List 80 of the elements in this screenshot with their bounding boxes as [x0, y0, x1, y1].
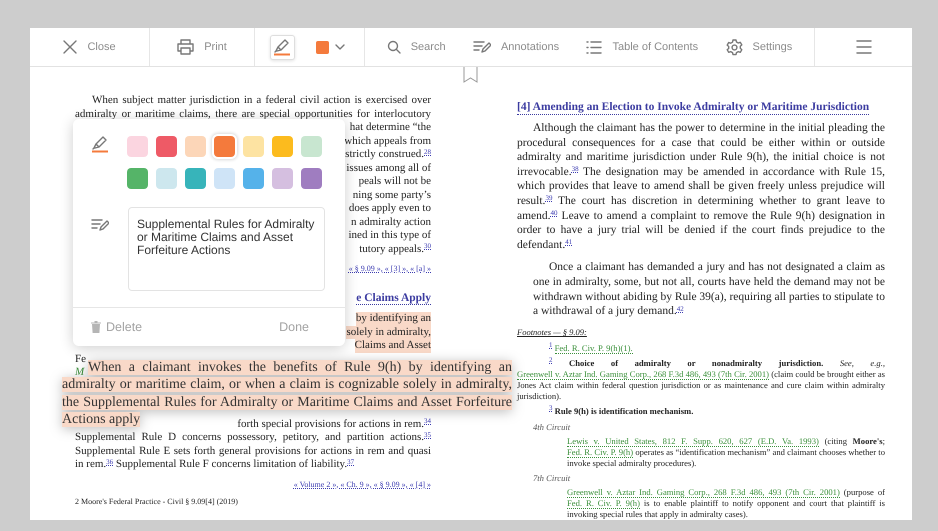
citation-link[interactable]: Lewis v. United States, 812 F. Supp. 620, 627 (E.D. Va. 1993) — [567, 436, 819, 447]
highlighter-button[interactable] — [270, 34, 294, 60]
citation-link[interactable]: Greenwell v. Aztar Ind. Gaming Corp., 268 F.3d 486, 493 (7th Cir. 2001) — [517, 368, 770, 380]
body-text: Although the claimant has the power to determine in the initial pleading the procedural consequences for a case that could be either within or outside admiralty and maritime jurisdiction under Rule 9(h), the initial choice is not irrevocable.$^{38}$ The designation may be amended in accordance with Rule 15, which provides that leave to amend shall be given freely unless prejudice will result.$^{39}$ The court has discretion in determining whether to grant leave to amend.$^{40}$ Leave to amend a complaint to remove the Rule 9(h) designation in order to have a jury trial will be denied if the court finds prejudice to the defendant.$^{41}$ — [517, 121, 885, 252]
color-swatch[interactable] — [156, 168, 177, 189]
done-button[interactable]: Done — [279, 318, 309, 337]
body-text: When subject matter jurisdiction in a federal civil action is exercised over — [91, 94, 431, 108]
highlighter-icon — [91, 136, 109, 153]
settings-icon — [726, 38, 743, 56]
body-text: hat determine “the — [350, 121, 431, 134]
color-swatch[interactable] — [185, 168, 206, 189]
color-swatch[interactable] — [214, 136, 235, 157]
breadcrumb-links[interactable]: « Volume 2 », « Ch. 9 », « § 9.09 », « [4] » — [294, 478, 431, 491]
color-swatch[interactable] — [243, 168, 264, 189]
color-swatch[interactable] — [127, 136, 148, 157]
body-text: admiralty or maritime claims, there are special opportunities for interlocutory — [75, 108, 431, 121]
delete-button[interactable]: Delete — [91, 318, 142, 337]
search-button[interactable]: Search — [382, 36, 451, 58]
caret-icon — [334, 44, 344, 50]
footnote-text: Lewis v. United States, 812 F. Supp. 620, 627 (E.D. Va. 1993) (citing Moore's; Fed. R. Civ. P. 9(h) operates as “identification mechanism” and claimant chooses whether to invoke special admiralty procedures). — [567, 436, 885, 469]
color-swatch[interactable] — [185, 136, 206, 157]
highlighted-text: solely in admiralty, — [346, 326, 431, 339]
color-swatch[interactable] — [272, 136, 293, 157]
bookmark-icon[interactable] — [463, 67, 478, 83]
note-pen-icon — [472, 40, 491, 54]
footnote-text: Greenwell v. Aztar Ind. Gaming Corp., 268 F.3d 486, 493 (7th Cir. 2001) (purpose of Fed. R. Civ. P. 9(h) is to enable plaintiff to notify opponent and court that plaintiff is invoking special rules that apply in admiralty cases). — [567, 486, 885, 520]
list-icon — [586, 40, 602, 54]
settings-button[interactable]: Settings — [720, 36, 798, 58]
body-text: in rem.$^{36}$ Supplemental Rule F concerns limitation of liability.$^{37}$ — [75, 458, 354, 472]
body-text: ined in this type of — [348, 229, 431, 242]
footnote-number[interactable]: 1 — [549, 341, 552, 350]
body-text: Fe — [75, 352, 86, 366]
body-text: peals will not be — [358, 175, 431, 188]
menu-icon — [856, 40, 872, 54]
print-button[interactable]: Print — [172, 36, 232, 58]
body-text: n admiralty action — [350, 216, 431, 229]
table-of-contents-button[interactable]: Table of Contents — [581, 36, 704, 58]
highlighted-text: by identifying an — [356, 312, 431, 326]
citation-link[interactable]: Fed. R. Civ. P. 9(h) — [567, 446, 634, 458]
circuit-label: 7th Circuit — [533, 472, 572, 484]
highlighted-text: Claims and Asset — [354, 339, 431, 352]
search-icon — [386, 40, 401, 54]
citation-link[interactable]: Fed. R. Civ. P. 9(h) — [567, 498, 640, 508]
section-heading[interactable]: [4] Amending an Election to Invoke Admiralty or Maritime Jurisdiction — [517, 101, 870, 115]
color-swatch[interactable] — [301, 168, 322, 189]
body-text: Supplemental Rule D concerns possessory, petitory, and partition actions.$^{35}$ — [75, 431, 431, 444]
color-swatch[interactable] — [272, 168, 293, 189]
body-text: forth special provisions for actions in rem.$^{34}$ — [237, 418, 431, 431]
citation-link[interactable]: Greenwell v. Aztar Ind. Gaming Corp., 268 F.3d 486, 493 (7th Cir. 2001) — [567, 486, 840, 498]
body-text: tutory appeals.$^{30}$ — [359, 242, 431, 256]
close-button[interactable]: Close — [58, 36, 121, 58]
body-text: strictly construed.$^{28}$ — [345, 148, 431, 162]
breadcrumb-links[interactable]: « § 9.09 », « [3] », « [a] » — [348, 262, 431, 276]
color-swatch[interactable] — [214, 168, 235, 189]
citation-link[interactable]: Fed. R. Civ. P. 9(h)(1). — [554, 342, 633, 354]
body-text: Once a claimant has demanded a jury and has not designated a claim as one in admiralty, some, but not all, courts have held the demand may not be withdrawn without abiding by Rule 39(a), requiring all parties to stipulate to a withdrawal of a jury demand.$^{42}$ — [533, 260, 885, 319]
footnote-number[interactable]: 2 — [549, 356, 552, 364]
circuit-label: 4th Circuit — [533, 420, 572, 434]
footnotes-title: Footnotes — § 9.09: — [517, 326, 587, 338]
highlighter-icon — [273, 38, 291, 56]
margin-marker: M — [75, 366, 84, 378]
color-swatch[interactable] — [301, 136, 322, 157]
close-icon — [63, 40, 78, 54]
source-citation: 2 Moore's Federal Practice - Civil § 9.09[4] (2019) — [75, 496, 238, 508]
color-swatch[interactable] — [127, 168, 148, 189]
trash-icon — [91, 321, 101, 334]
color-swatch[interactable] — [243, 136, 264, 157]
note-field[interactable]: Supplemental Rules for Admiralty or Maritime Claims and Asset Forfeiture Actions — [128, 207, 325, 291]
print-icon — [177, 39, 194, 55]
color-swatch[interactable] — [156, 136, 177, 157]
body-text: does apply even to — [348, 202, 431, 216]
body-text: which appeals from — [344, 134, 431, 148]
note-pen-icon — [91, 218, 109, 232]
annotations-button[interactable]: Annotations — [468, 36, 564, 58]
section-heading: e Claims Apply — [356, 292, 431, 305]
body-text: issues among all of — [346, 162, 431, 175]
footnote-number[interactable]: 3 — [549, 404, 552, 412]
body-text: ning some party’s — [352, 188, 431, 202]
body-text: Supplemental Rule E sets forth general provisions for actions in rem and quasi — [75, 444, 431, 458]
footnote-text: $^{3}$ Rule 9(h) is identification mechanism. — [548, 406, 694, 417]
